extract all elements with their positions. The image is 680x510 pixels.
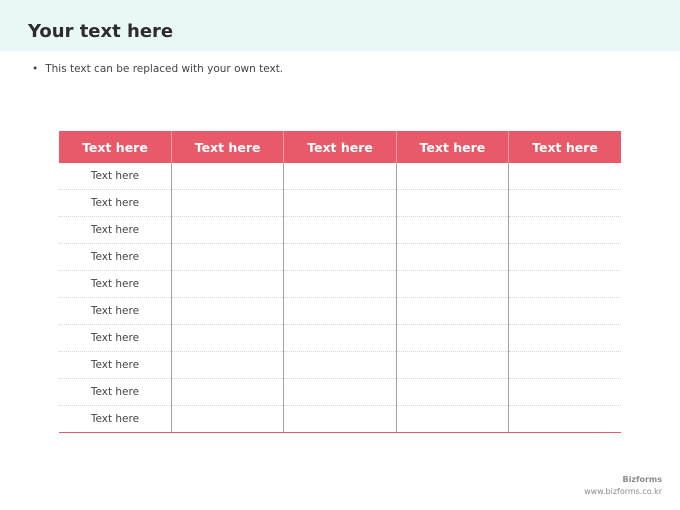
table-cell xyxy=(395,324,509,352)
table-cell xyxy=(170,216,284,244)
table-cell xyxy=(283,243,397,271)
footer: Bizforms www.bizforms.co.kr xyxy=(584,474,662,498)
page-title: Your text here xyxy=(28,21,174,42)
table-cell xyxy=(508,163,621,190)
table-cell xyxy=(508,297,621,325)
table-cell xyxy=(395,216,509,244)
table-row: Text here xyxy=(59,297,621,325)
table-header-row: Text here Text here Text here Text here … xyxy=(59,131,621,163)
bullet-item: • This text can be replaced with your own… xyxy=(32,62,283,76)
table-cell xyxy=(508,378,621,406)
table-cell xyxy=(170,378,284,406)
table-cell: Text here xyxy=(59,270,172,298)
table-cell xyxy=(508,405,621,433)
table-cell xyxy=(170,189,284,217)
column-header: Text here xyxy=(395,131,509,163)
table-cell xyxy=(395,378,509,406)
table-cell: Text here xyxy=(59,189,172,217)
column-header: Text here xyxy=(508,131,621,163)
table-cell xyxy=(395,163,509,190)
table-cell xyxy=(283,351,397,379)
table-cell xyxy=(508,270,621,298)
table-cell xyxy=(508,216,621,244)
table-cell: Text here xyxy=(59,216,172,244)
bullet-icon: • xyxy=(32,63,39,75)
table-cell: Text here xyxy=(59,378,172,406)
bullet-text: This text can be replaced with your own … xyxy=(45,63,284,75)
table-cell: Text here xyxy=(59,351,172,379)
table-cell: Text here xyxy=(59,243,172,271)
table-cell xyxy=(283,297,397,325)
table-cell xyxy=(395,405,509,433)
table-cell xyxy=(508,324,621,352)
table-cell xyxy=(395,243,509,271)
table-cell xyxy=(395,351,509,379)
table-cell xyxy=(508,243,621,271)
table-cell xyxy=(395,270,509,298)
table-row: Text here xyxy=(59,216,621,244)
table-cell xyxy=(283,270,397,298)
data-table: Text here Text here Text here Text here … xyxy=(59,131,621,433)
table-cell xyxy=(170,243,284,271)
table-cell: Text here xyxy=(59,297,172,325)
table-cell xyxy=(170,324,284,352)
table-row: Text here xyxy=(59,405,621,433)
column-header: Text here xyxy=(59,131,172,163)
table-row: Text here xyxy=(59,163,621,190)
column-header: Text here xyxy=(170,131,284,163)
footer-url: www.bizforms.co.kr xyxy=(584,487,662,496)
table-cell xyxy=(170,351,284,379)
table-cell xyxy=(170,163,284,190)
footer-brand: Bizforms xyxy=(622,475,662,484)
table-row: Text here xyxy=(59,243,621,271)
table-row: Text here xyxy=(59,351,621,379)
table-row: Text here xyxy=(59,378,621,406)
table-row: Text here xyxy=(59,270,621,298)
table-cell xyxy=(170,297,284,325)
table-row: Text here xyxy=(59,189,621,217)
table-cell xyxy=(283,405,397,433)
table-body: Text here Text here Text here Text here Text… xyxy=(59,163,621,433)
table-cell xyxy=(283,189,397,217)
table-cell xyxy=(283,378,397,406)
table-cell xyxy=(170,270,284,298)
table-cell xyxy=(283,216,397,244)
table-cell: Text here xyxy=(59,405,172,433)
table-cell xyxy=(508,189,621,217)
column-header: Text here xyxy=(283,131,397,163)
table-cell xyxy=(508,351,621,379)
table-cell xyxy=(170,405,284,433)
table-cell xyxy=(395,189,509,217)
table-cell xyxy=(283,163,397,190)
table-cell: Text here xyxy=(59,324,172,352)
table-cell: Text here xyxy=(59,163,172,190)
table-row: Text here xyxy=(59,324,621,352)
table-cell xyxy=(395,297,509,325)
table-cell xyxy=(283,324,397,352)
